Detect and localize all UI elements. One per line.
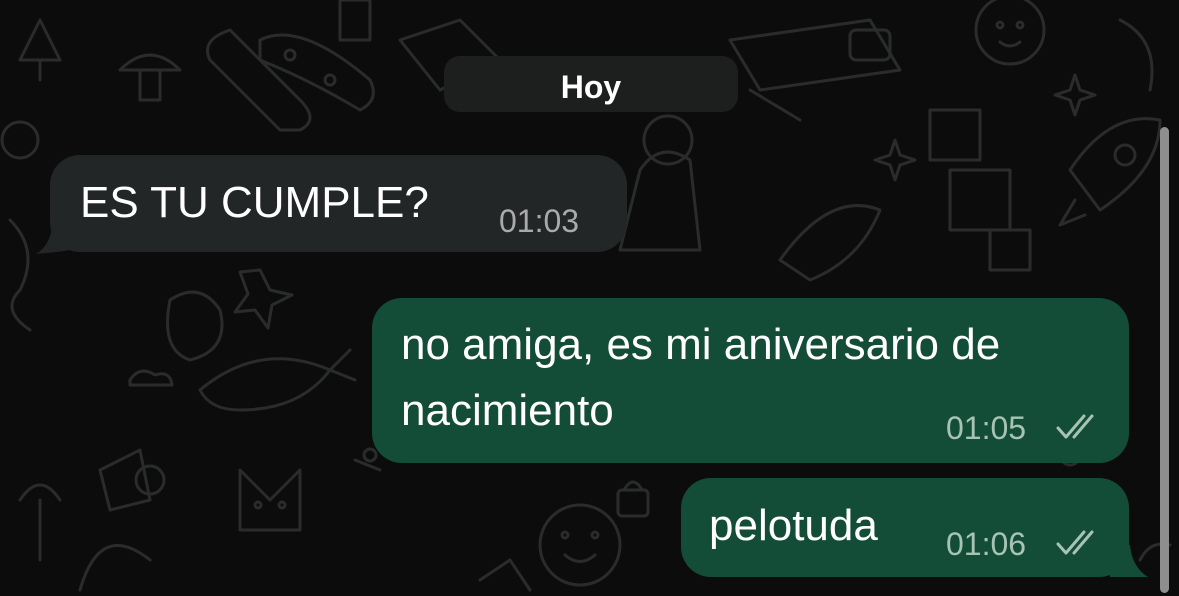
read-double-check-icon <box>1056 530 1094 555</box>
message-bubble-outgoing[interactable]: pelotuda 01:06 <box>681 478 1129 577</box>
outgoing-bubble-tail <box>1110 545 1148 577</box>
read-double-check-icon <box>1056 414 1094 439</box>
message-timestamp: 01:05 <box>946 410 1027 446</box>
message-text-line: no amiga, es mi aniversario de <box>401 320 1001 369</box>
message-timestamp: 01:06 <box>946 526 1027 562</box>
message-text: pelotuda <box>709 501 878 550</box>
message-bubble-outgoing[interactable]: no amiga, es mi aniversario de nacimient… <box>372 298 1129 463</box>
scrollbar[interactable] <box>1160 127 1169 593</box>
date-separator: Hoy <box>444 56 738 112</box>
message-text-line: nacimiento <box>401 386 614 435</box>
message-text: ES TU CUMPLE? <box>80 178 429 227</box>
message-bubble-incoming[interactable]: ES TU CUMPLE? 01:03 <box>50 155 627 252</box>
message-timestamp: 01:03 <box>499 203 580 239</box>
chat-area[interactable]: Hoy ES TU CUMPLE? 01:03 no amiga, es mi … <box>0 0 1179 596</box>
